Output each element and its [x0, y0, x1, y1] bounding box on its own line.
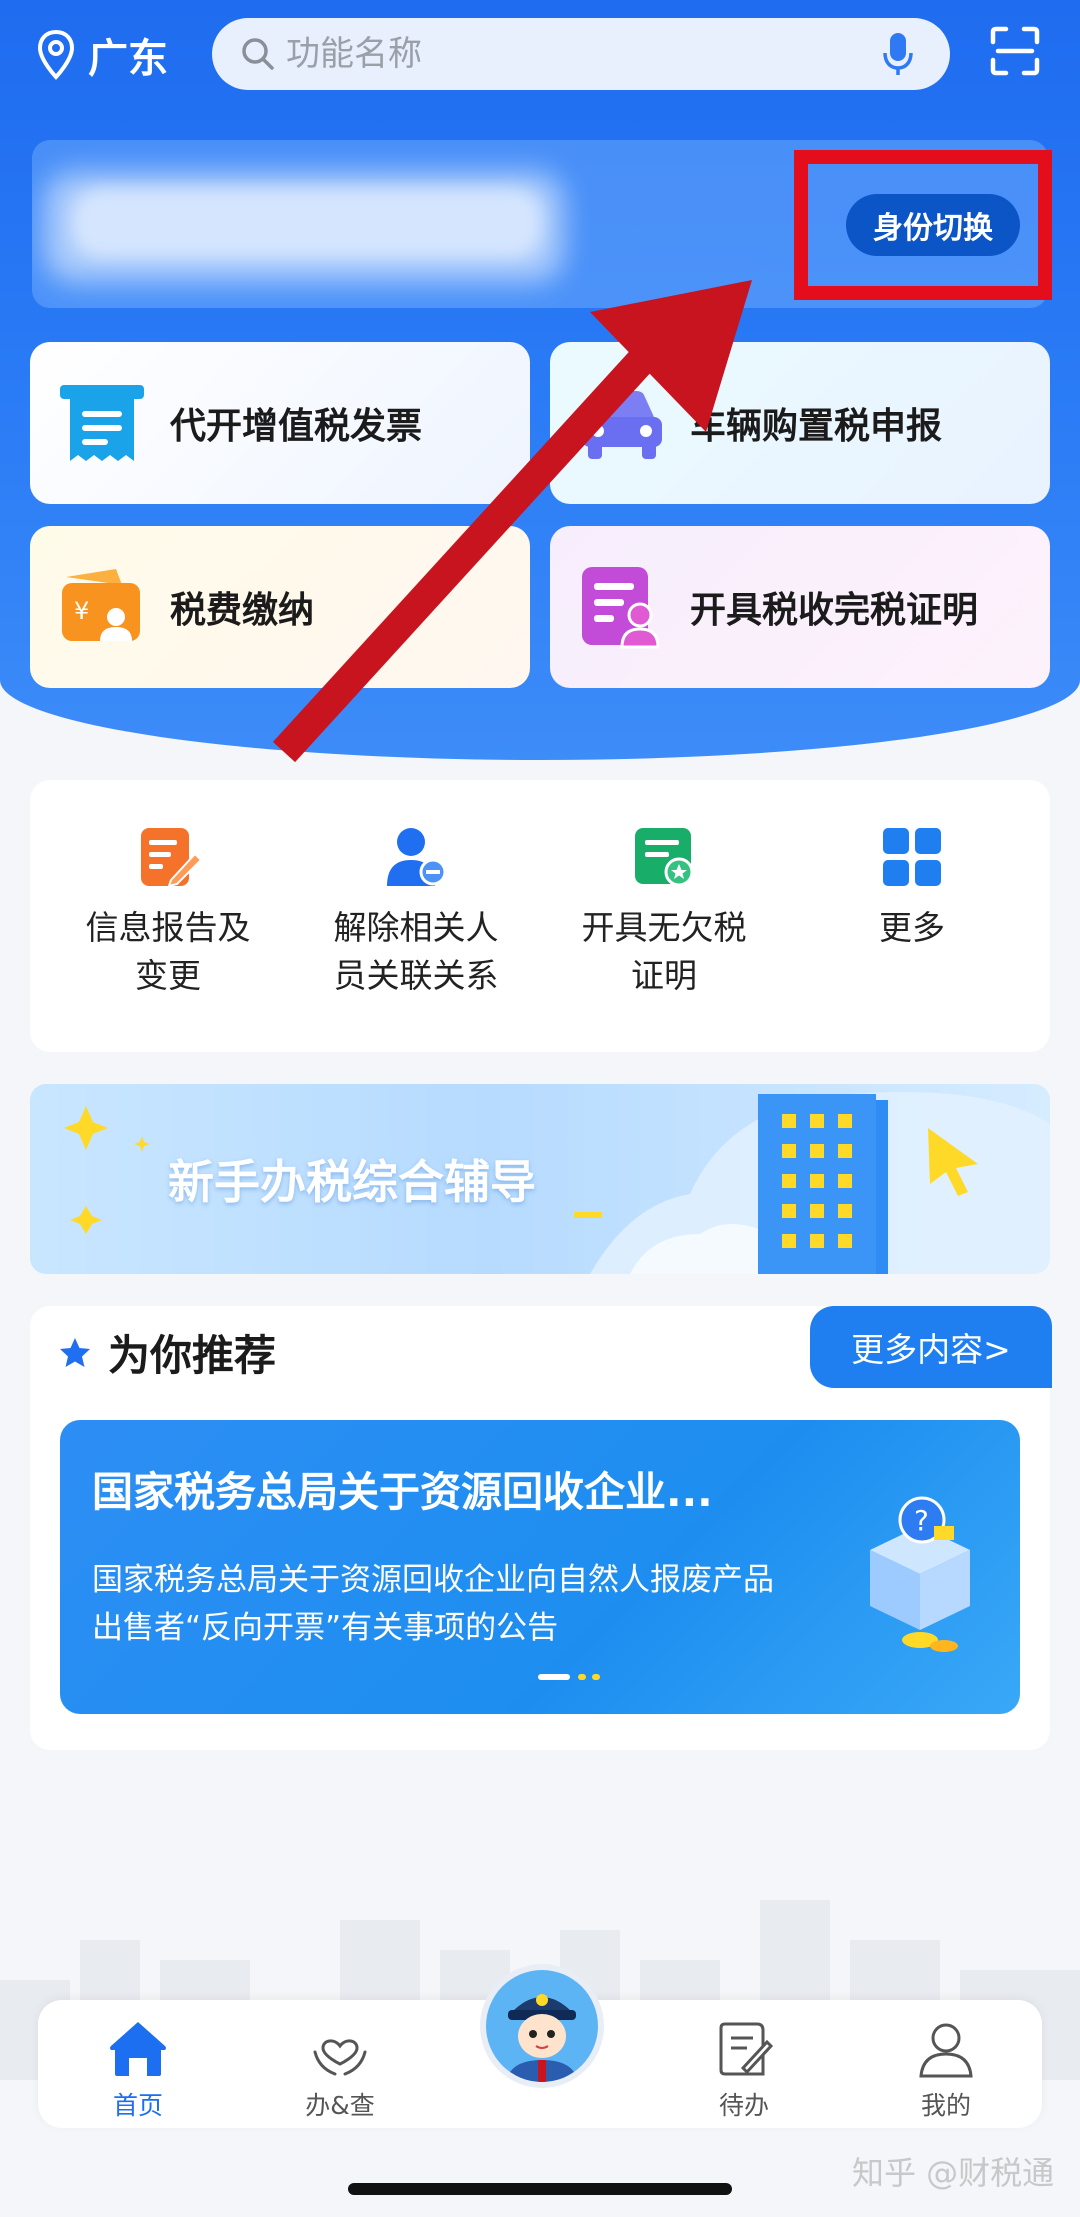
recommend-section: 为你推荐 更多内容> 国家税务总局关于资源回收企业... 国家税务总局关于资源回… — [30, 1306, 1052, 1750]
certificate-star-icon — [635, 828, 694, 887]
sparkle-icon — [134, 1136, 150, 1152]
invoice-icon — [60, 385, 144, 461]
shortcut-no-arrears-certificate[interactable]: 开具无欠税 证明 — [554, 824, 774, 1000]
news-title: 国家税务总局关于资源回收企业... — [92, 1468, 713, 1516]
shortcut-label: 开具无欠税 证明 — [581, 908, 747, 995]
service-label: 开具税收完税证明 — [690, 590, 979, 631]
carousel-dot — [578, 1674, 586, 1680]
svg-text:?: ? — [914, 1504, 929, 1537]
more-content-button[interactable]: 更多内容> — [810, 1306, 1052, 1388]
location-selector[interactable]: 广东 — [36, 26, 168, 84]
service-card-tax-certificate[interactable]: 开具税收完税证明 — [550, 526, 1050, 688]
tab-label: 我的 — [920, 2091, 971, 2120]
heart-hands-icon — [313, 2039, 367, 2076]
service-card-vat-invoice[interactable]: 代开增值税发票 — [30, 342, 530, 504]
shortcut-label: 更多 — [879, 908, 945, 947]
search-icon — [242, 38, 274, 70]
tab-label: 办&查 — [305, 2091, 375, 2120]
payment-icon: ¥ — [62, 569, 140, 641]
service-label: 代开增值税发票 — [170, 406, 423, 447]
remove-user-icon — [387, 828, 447, 886]
microphone-icon[interactable] — [882, 31, 914, 77]
tab-label: 待办 — [718, 2091, 769, 2120]
todo-icon — [719, 2022, 774, 2076]
shortcut-info-report[interactable]: 信息报告及 变更 — [58, 824, 278, 1000]
identity-switch-button[interactable]: 身份切换 — [846, 194, 1020, 256]
watermark: 知乎 @财税通 — [852, 2154, 1055, 2192]
blurred-user-name-inner — [72, 188, 542, 258]
tab-home[interactable]: 首页 — [68, 2018, 208, 2122]
carousel-dot — [592, 1674, 600, 1680]
service-label: 车辆购置税申报 — [690, 406, 943, 447]
guide-banner[interactable]: 新手办税综合辅导 — [30, 1084, 1050, 1274]
carousel-dot-active — [538, 1674, 570, 1680]
home-indicator — [348, 2183, 732, 2195]
grid-icon — [883, 828, 941, 886]
home-icon — [110, 2022, 166, 2076]
search-bar[interactable] — [212, 18, 950, 90]
star-icon — [60, 1337, 90, 1367]
car-icon — [582, 391, 662, 459]
scan-icon[interactable] — [990, 26, 1040, 76]
recommend-title: 为你推荐 — [108, 1331, 277, 1380]
banner-title: 新手办税综合辅导 — [168, 1155, 536, 1209]
location-label: 广东 — [88, 36, 168, 82]
sparkle-icon — [70, 1206, 102, 1234]
news-card[interactable]: 国家税务总局关于资源回收企业... 国家税务总局关于资源回收企业向自然人报废产品… — [60, 1420, 1020, 1714]
tab-handle-query[interactable]: 办&查 — [270, 2018, 410, 2122]
service-card-tax-payment[interactable]: ¥ 税费缴纳 — [30, 526, 530, 688]
service-label: 税费缴纳 — [170, 590, 315, 631]
tab-profile[interactable]: 我的 — [876, 2018, 1016, 2122]
shortcut-more[interactable]: 更多 — [802, 824, 1022, 952]
shortcut-label: 解除相关人 员关联关系 — [333, 908, 499, 995]
edit-document-icon — [141, 828, 201, 888]
banner-cursor — [574, 1212, 602, 1218]
svg-text:¥: ¥ — [74, 597, 89, 625]
screen: 广东 身份切换 — [0, 0, 1080, 2217]
tax-officer-avatar-icon — [486, 1970, 598, 2082]
help-document-icon: ? — [870, 1496, 970, 1652]
tab-label: 首页 — [112, 2091, 163, 2120]
certificate-icon — [582, 567, 660, 649]
profile-icon — [919, 2023, 973, 2078]
assistant-avatar-button[interactable] — [486, 1970, 598, 2082]
search-input[interactable] — [286, 34, 846, 74]
sparkle-icon — [64, 1106, 108, 1150]
carousel-indicator — [538, 1674, 600, 1680]
news-body: 国家税务总局关于资源回收企业向自然人报废产品出售者“反向开票”有关事项的公告 — [92, 1562, 774, 1646]
recommend-header: 为你推荐 — [58, 1322, 276, 1383]
shortcut-remove-relation[interactable]: 解除相关人 员关联关系 — [306, 824, 526, 1000]
shortcut-label: 信息报告及 变更 — [85, 908, 251, 995]
location-pin-icon — [37, 29, 75, 80]
service-card-vehicle-tax[interactable]: 车辆购置税申报 — [550, 342, 1050, 504]
shortcut-panel: 信息报告及 变更 解除相关人 员关联关系 开具无欠税 证明 更多 — [30, 780, 1050, 1052]
top-bar: 广东 — [0, 0, 1080, 110]
tab-todo[interactable]: 待办 — [674, 2018, 814, 2122]
